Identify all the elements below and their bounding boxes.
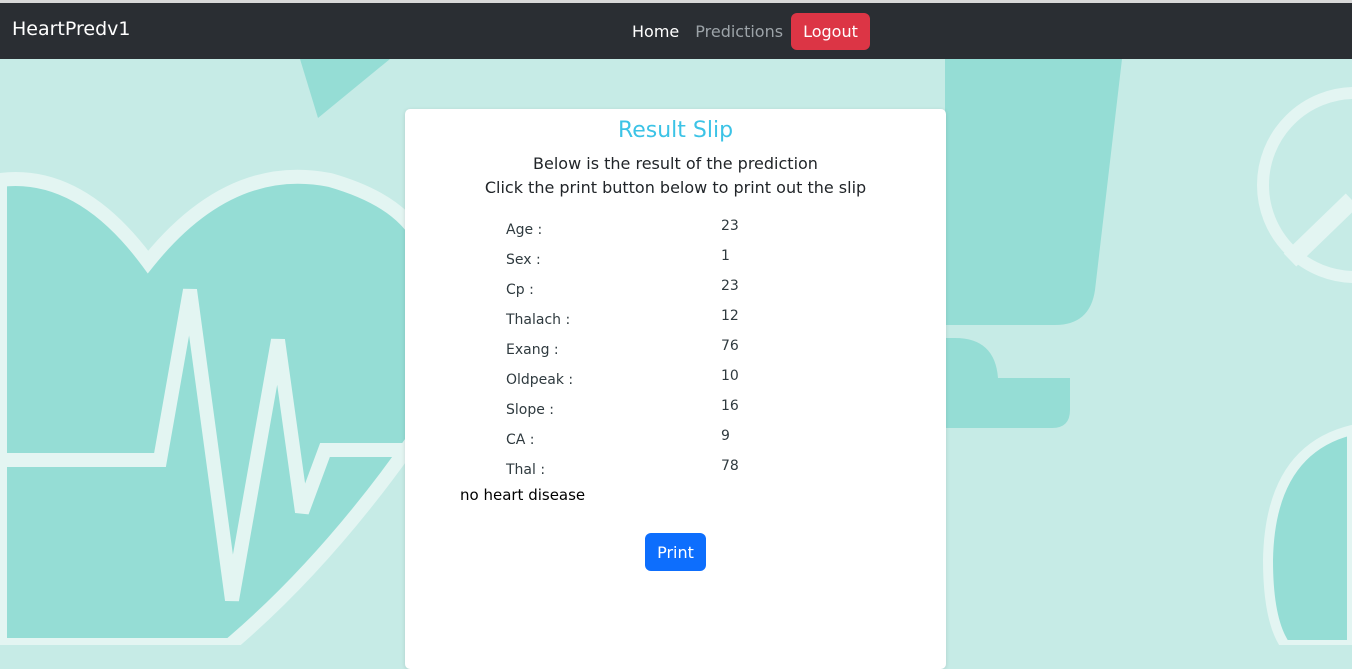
field-value: 10 (721, 368, 739, 384)
field-row-age: Age : 23 (405, 218, 946, 252)
nav-link-predictions[interactable]: Predictions (687, 22, 791, 41)
logout-button[interactable]: Logout (791, 12, 870, 50)
prediction-result: no heart disease (460, 486, 586, 504)
field-row-thalach: Thalach : 12 (405, 308, 946, 342)
result-slip-title: Result Slip (617, 118, 734, 143)
field-row-ca: CA : 9 (405, 428, 946, 462)
field-row-oldpeak: Oldpeak : 10 (405, 368, 946, 402)
field-label: Exang : (506, 342, 559, 358)
field-value: 1 (721, 248, 730, 264)
field-value: 9 (721, 428, 730, 444)
field-label: Sex : (506, 252, 541, 268)
field-row-slope: Slope : 16 (405, 398, 946, 432)
field-label: Oldpeak : (506, 372, 574, 388)
nav-link-home[interactable]: Home (624, 22, 687, 41)
field-value: 23 (721, 278, 739, 294)
print-button[interactable]: Print (645, 533, 706, 571)
field-value: 78 (721, 458, 739, 474)
field-label: Thal : (506, 462, 546, 478)
field-label: Thalach : (506, 312, 571, 328)
result-slip-card: Result Slip Below is the result of the p… (405, 109, 946, 669)
top-navbar: HeartPredv1 Home Predictions Logout (0, 3, 1352, 59)
field-label: Slope : (506, 402, 555, 418)
field-value: 12 (721, 308, 739, 324)
field-label: CA : (506, 432, 535, 448)
field-value: 76 (721, 338, 739, 354)
brand-logo[interactable]: HeartPredv1 (12, 18, 130, 40)
field-label: Cp : (506, 282, 534, 298)
field-row-exang: Exang : 76 (405, 338, 946, 372)
print-instruction-text: Click the print button below to print ou… (484, 178, 867, 197)
nav-links: Home Predictions Logout (624, 11, 870, 51)
field-row-cp: Cp : 23 (405, 278, 946, 312)
field-row-sex: Sex : 1 (405, 248, 946, 282)
field-value: 16 (721, 398, 739, 414)
result-intro-text: Below is the result of the prediction (533, 154, 818, 173)
field-label: Age : (506, 222, 543, 238)
field-value: 23 (721, 218, 739, 234)
